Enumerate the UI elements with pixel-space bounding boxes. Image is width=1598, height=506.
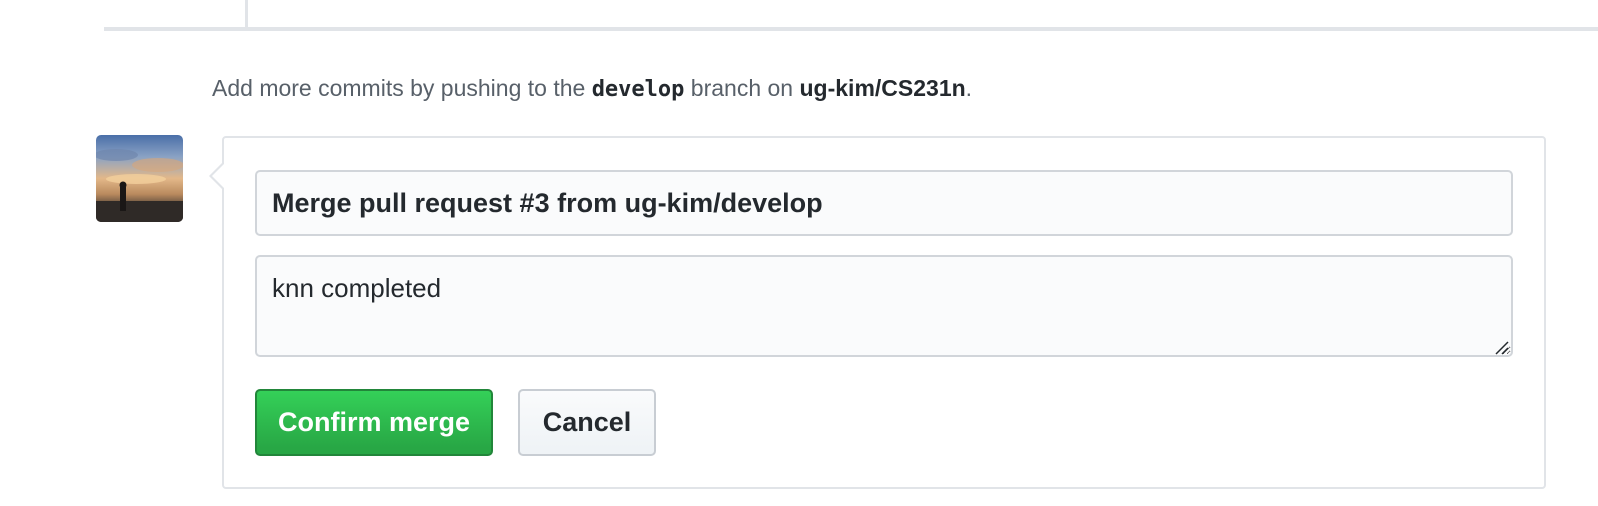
user-avatar[interactable] (96, 135, 183, 222)
repo-name: ug-kim/CS231n (799, 75, 966, 101)
timeline-divider (104, 27, 1598, 31)
hint-suffix: . (965, 75, 973, 101)
resize-grip-icon[interactable] (1493, 339, 1509, 355)
commit-body-textarea[interactable]: knn completed (255, 255, 1513, 357)
hint-prefix: Add more commits by pushing to the (212, 75, 592, 101)
merge-section: Add more commits by pushing to the devel… (0, 0, 1598, 506)
push-hint: Add more commits by pushing to the devel… (212, 72, 972, 106)
hint-middle: branch on (684, 75, 800, 101)
confirm-merge-button[interactable]: Confirm merge (255, 389, 493, 456)
branch-name: develop (591, 77, 685, 102)
avatar-image (96, 149, 183, 222)
merge-box-pointer (209, 162, 224, 190)
cancel-button[interactable]: Cancel (518, 389, 656, 456)
timeline-line (245, 0, 248, 28)
commit-title-input[interactable] (255, 170, 1513, 236)
